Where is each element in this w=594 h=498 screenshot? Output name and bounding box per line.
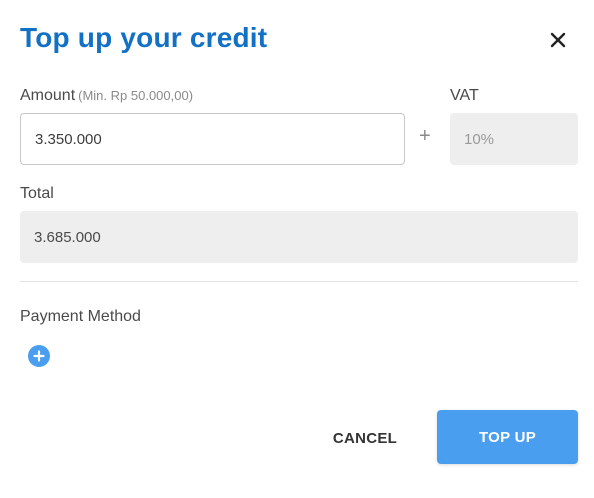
amount-label: Amount xyxy=(20,87,76,104)
total-label: Total xyxy=(20,185,54,202)
amount-min-hint: (Min. Rp 50.000,00) xyxy=(78,88,194,103)
plus-symbol: + xyxy=(419,125,431,147)
dialog-title: Top up your credit xyxy=(20,22,268,53)
close-button[interactable] xyxy=(544,26,572,54)
plus-circle-icon xyxy=(33,350,45,362)
payment-method-label: Payment Method xyxy=(20,308,141,325)
cancel-button[interactable]: CANCEL xyxy=(318,411,412,465)
top-up-button[interactable]: TOP UP xyxy=(437,410,578,464)
vat-field: 10% xyxy=(450,113,578,165)
total-value: 3.685.000 xyxy=(34,228,101,246)
total-field: 3.685.000 xyxy=(20,211,578,263)
amount-input[interactable]: 3.350.000 xyxy=(20,113,405,165)
vat-label: VAT xyxy=(450,87,479,104)
amount-value: 3.350.000 xyxy=(35,130,102,148)
top-up-dialog: Top up your credit Amount (Min. Rp 50.000… xyxy=(0,0,594,498)
amount-label-row: Amount (Min. Rp 50.000,00) xyxy=(20,87,193,105)
divider xyxy=(20,281,578,282)
vat-value: 10% xyxy=(464,130,495,148)
close-icon xyxy=(550,32,566,48)
add-payment-method-button[interactable] xyxy=(28,345,50,367)
